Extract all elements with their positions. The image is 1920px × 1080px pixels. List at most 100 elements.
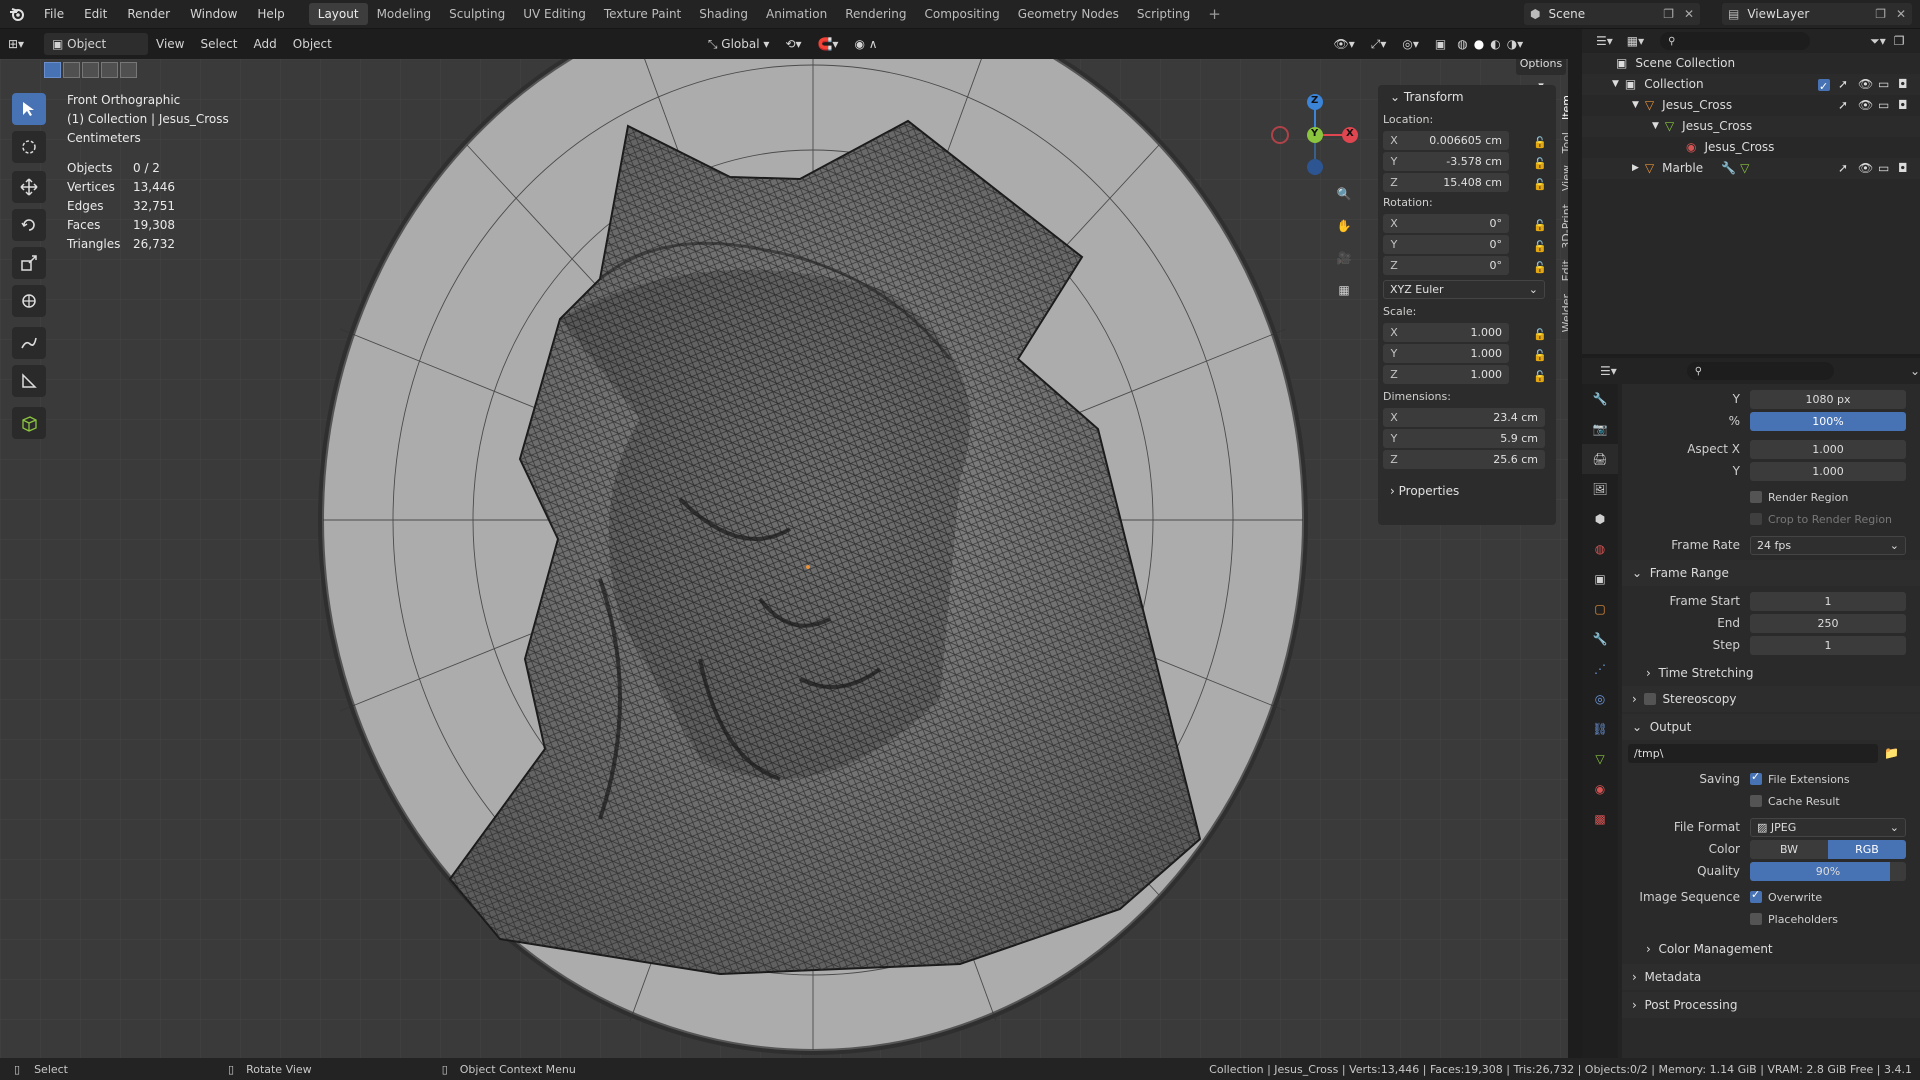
select-invert-icon[interactable] [101,62,118,78]
monitor-icon[interactable]: ▭ [1878,158,1889,179]
scene-selector[interactable]: ⬢ Scene ❐ ✕ [1524,3,1700,25]
tab-rendering[interactable]: Rendering [836,3,915,25]
transform-header[interactable]: ⌄ Transform [1378,85,1556,109]
delete-scene-icon[interactable]: ✕ [1684,7,1694,21]
blender-logo-icon[interactable] [0,0,34,29]
tab-item[interactable]: Item [1560,89,1568,126]
lock-icon[interactable]: 🔓 [1533,240,1547,253]
menu-help[interactable]: Help [247,7,294,21]
tab-shading[interactable]: Shading [690,3,757,25]
add-cube-tool-icon[interactable] [12,407,46,439]
lock-icon[interactable]: 🔓 [1533,219,1547,232]
metadata-section[interactable]: › Metadata [1622,964,1920,990]
frame-step-field[interactable]: 1 [1750,635,1906,655]
view-layer-props-icon[interactable]: 🖼 [1582,474,1618,504]
overwrite-checkbox[interactable] [1750,888,1762,903]
view-layer-selector[interactable]: ▤ ViewLayer ❐ ✕ [1722,3,1912,25]
scale-tool-icon[interactable] [12,247,46,279]
shading-wireframe-icon[interactable]: ◍ [1454,33,1470,55]
lock-icon[interactable]: 🔓 [1533,370,1547,383]
lock-icon[interactable]: 🔓 [1533,349,1547,362]
color-rgb-button[interactable]: RGB [1828,839,1906,859]
pivot-icon[interactable]: ⟲▾ [777,33,809,55]
modifier-props-icon[interactable]: 🔧 [1582,624,1618,654]
location-x-field[interactable]: X 0.006605 cm 🔓 [1383,131,1547,150]
select-extend-icon[interactable] [63,62,80,78]
measure-tool-icon[interactable] [12,365,46,397]
transform-tool-icon[interactable] [12,285,46,317]
shading-rendered-icon[interactable]: ◑▾ [1504,33,1527,55]
select-arrow-icon[interactable]: ➚ [1838,95,1848,116]
physics-props-icon[interactable]: ◎ [1582,684,1618,714]
frame-start-field[interactable]: 1 [1750,591,1906,611]
include-checkbox-icon[interactable] [1818,76,1830,97]
cache-result-row[interactable]: Cache Result [1622,790,1920,812]
render-props-icon[interactable]: 📷 [1582,414,1618,444]
move-tool-icon[interactable] [12,171,46,203]
tab-layout[interactable]: Layout [308,3,368,25]
tab-view[interactable]: View [1560,159,1568,197]
add-workspace-icon[interactable]: + [1199,3,1230,25]
lock-icon[interactable]: 🔓 [1533,157,1547,170]
chevron-down-icon[interactable]: ▼ [1652,116,1659,137]
lock-icon[interactable]: 🔓 [1533,261,1547,274]
menu-view[interactable]: View [148,33,192,55]
gizmo-toggle-icon[interactable]: ⤢▾ [1363,33,1395,55]
resolution-percent-field[interactable]: 100% [1750,411,1906,431]
constraints-props-icon[interactable]: ⛓ [1582,714,1618,744]
visibility-icon[interactable]: 👁▾ [1326,33,1363,55]
navigation-gizmo[interactable]: Z X Y [1270,89,1360,179]
overlays-icon[interactable]: ◎▾ [1394,33,1427,55]
camera-icon[interactable]: ◘ [1898,95,1908,116]
stereoscopy-section[interactable]: › Stereoscopy [1622,686,1920,712]
tab-compositing[interactable]: Compositing [915,3,1008,25]
menu-select[interactable]: Select [192,33,245,55]
outliner-editor-icon[interactable]: ☰▾ [1596,34,1613,48]
rotation-mode-dropdown[interactable]: XYZ Euler ⌄ [1383,280,1545,299]
material-props-icon[interactable]: ◉ [1582,774,1618,804]
tab-uv-editing[interactable]: UV Editing [514,3,595,25]
new-collection-icon[interactable]: ❐ [1894,34,1905,48]
editor-type-icon[interactable]: ⊞▾ [0,33,40,55]
eye-icon[interactable]: 👁 [1858,95,1873,116]
tab-tool[interactable]: Tool [1560,126,1568,159]
rotate-tool-icon[interactable] [12,209,46,241]
xray-icon[interactable]: ▣ [1427,33,1454,55]
tab-animation[interactable]: Animation [757,3,836,25]
menu-object[interactable]: Object [285,33,340,55]
select-box-tool-icon[interactable] [12,93,46,125]
post-processing-section[interactable]: › Post Processing [1622,992,1920,1018]
scale-z-field[interactable]: Z 1.000 🔓 [1383,365,1547,384]
chevron-down-icon[interactable]: ▼ [1612,74,1619,95]
zoom-icon[interactable]: 🔍 [1331,181,1357,207]
mesh-row[interactable]: ▼ ▽ Jesus_Cross [1582,116,1920,137]
rotation-z-field[interactable]: Z 0° 🔓 [1383,256,1547,275]
scene-props-icon[interactable]: ⬢ [1582,504,1618,534]
tab-sculpting[interactable]: Sculpting [440,3,514,25]
eye-icon[interactable]: 👁 [1858,74,1873,95]
placeholders-row[interactable]: Placeholders [1622,908,1920,930]
tab-geometry-nodes[interactable]: Geometry Nodes [1009,3,1128,25]
texture-props-icon[interactable]: ▩ [1582,804,1618,834]
tab-texture-paint[interactable]: Texture Paint [595,3,690,25]
eye-icon[interactable]: 👁 [1858,158,1873,179]
properties-search-input[interactable]: ⚲ [1686,362,1834,380]
rotation-y-field[interactable]: Y 0° 🔓 [1383,235,1547,254]
menu-render[interactable]: Render [117,7,180,21]
shading-solid-icon[interactable]: ● [1471,33,1487,55]
location-z-field[interactable]: Z 15.408 cm 🔓 [1383,173,1547,192]
filter-icon[interactable]: ⏷▾ [1870,34,1886,49]
frame-rate-dropdown[interactable]: 24 fps ⌄ [1750,535,1906,555]
lock-icon[interactable]: 🔓 [1533,178,1547,191]
chevron-right-icon[interactable]: ▶ [1632,158,1639,179]
orientation-dropdown[interactable]: ⤡ Global ▾ [700,33,778,55]
tab-modeling[interactable]: Modeling [368,3,441,25]
time-stretching-section[interactable]: › Time Stretching [1622,660,1920,686]
menu-file[interactable]: File [34,7,74,21]
select-new-icon[interactable] [44,62,61,78]
monitor-icon[interactable]: ▭ [1878,74,1889,95]
camera-view-icon[interactable]: 🎥 [1331,245,1357,271]
chevron-down-icon[interactable]: ▼ [1632,95,1639,116]
dimensions-y-field[interactable]: Y 5.9 cm [1383,429,1545,448]
tab-edit[interactable]: Edit [1560,254,1568,287]
